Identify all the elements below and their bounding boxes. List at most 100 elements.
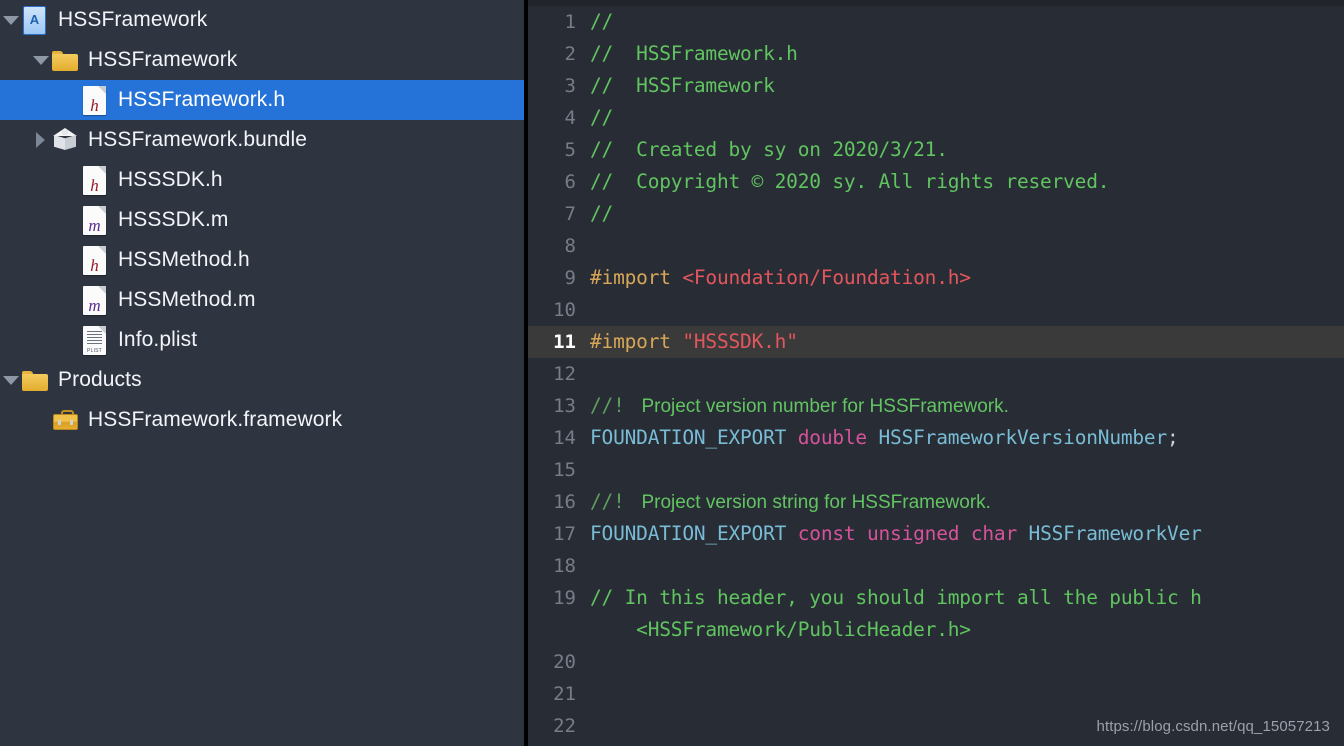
code-token: HSSFrameworkVer [1028, 522, 1202, 545]
code-token: //! [590, 394, 637, 417]
code-token: <HSSFramework/PublicHeader.h> [590, 618, 971, 641]
navigator-item-hssmethod-h[interactable]: h HSSMethod.h [0, 240, 524, 280]
framework-icon [52, 405, 78, 435]
code-line[interactable]: 12 [528, 358, 1344, 390]
chevron-down-icon[interactable] [0, 0, 22, 40]
navigator-item-hsssdk-h[interactable]: h HSSSDK.h [0, 160, 524, 200]
header-file-icon: h [82, 245, 108, 275]
line-number: 2 [564, 43, 576, 65]
code-token: double [797, 426, 879, 449]
code-line[interactable]: 20 [528, 646, 1344, 678]
project-navigator[interactable]: HSSFramework HSSFramework h HSSFramework.h H… [0, 0, 524, 746]
code-token: #import [590, 266, 683, 289]
code-line[interactable]: 15 [528, 454, 1344, 486]
code-line[interactable]: 14 FOUNDATION_EXPORT double HSSFrameworkV… [528, 422, 1344, 454]
header-file-icon: h [82, 85, 108, 115]
code-token: // HSSFramework.h [590, 42, 798, 65]
code-line-wrapped[interactable]: <HSSFramework/PublicHeader.h> [528, 614, 1344, 646]
code-line-text: // HSSFramework.h [590, 38, 798, 70]
code-line[interactable]: 5 // Created by sy on 2020/3/21. [528, 134, 1344, 166]
line-number: 15 [553, 459, 576, 481]
code-line[interactable]: 18 [528, 550, 1344, 582]
navigator-item-label: Info.plist [118, 328, 198, 351]
code-line[interactable]: 21 [528, 678, 1344, 710]
code-line[interactable]: 3 // HSSFramework [528, 70, 1344, 102]
code-line-text: FOUNDATION_EXPORT const unsigned char HS… [590, 518, 1202, 550]
code-line[interactable]: 2 // HSSFramework.h [528, 38, 1344, 70]
navigator-item-hssframework-framework[interactable]: HSSFramework.framework [0, 400, 524, 440]
code-line[interactable]: 19 // In this header, you should import a… [528, 582, 1344, 614]
line-number: 17 [553, 523, 576, 545]
line-number: 3 [564, 75, 576, 97]
bundle-icon [52, 125, 78, 155]
code-line-text: #import "HSSSDK.h" [590, 326, 798, 358]
line-number: 19 [553, 587, 576, 609]
code-line[interactable]: 9 #import <Foundation/Foundation.h> [528, 262, 1344, 294]
code-line[interactable]: 13 //! Project version number for HSSFram… [528, 390, 1344, 422]
watermark-text: https://blog.csdn.net/qq_15057213 [1096, 718, 1330, 735]
code-token: const unsigned char [797, 522, 1029, 545]
code-line-text: // HSSFramework [590, 70, 775, 102]
navigator-item-hssmethod-m[interactable]: m HSSMethod.m [0, 280, 524, 320]
line-number: 21 [553, 683, 576, 705]
code-line[interactable]: 16 //! Project version string for HSSFram… [528, 486, 1344, 518]
code-token: // [590, 10, 614, 33]
code-line-text: #import <Foundation/Foundation.h> [590, 262, 971, 294]
chevron-down-icon[interactable] [0, 360, 22, 400]
navigator-item-label: HSSSDK.m [118, 208, 229, 231]
code-line-text: <HSSFramework/PublicHeader.h> [590, 614, 971, 646]
line-number: 9 [564, 267, 576, 289]
code-token: //! [590, 490, 637, 513]
chevron-down-icon[interactable] [30, 40, 52, 80]
folder-icon [52, 45, 78, 75]
navigator-item-label: HSSFramework [88, 48, 238, 71]
navigator-item-hssframework[interactable]: HSSFramework [0, 40, 524, 80]
line-number: 20 [553, 651, 576, 673]
code-token: // [590, 202, 614, 225]
line-number: 4 [564, 107, 576, 129]
code-line[interactable]: 17 FOUNDATION_EXPORT const unsigned char … [528, 518, 1344, 550]
code-line[interactable]: 4 // [528, 102, 1344, 134]
source-code-area[interactable]: 1 // 2 // HSSFramework.h 3 // HSSFramework 4 //… [528, 6, 1344, 742]
code-editor[interactable]: 1 // 2 // HSSFramework.h 3 // HSSFramework 4 //… [528, 0, 1344, 746]
code-line-text: //! Project version number for HSSFramew… [590, 390, 1009, 423]
code-token: <Foundation/Foundation.h> [682, 266, 971, 289]
code-line-text: // Created by sy on 2020/3/21. [590, 134, 948, 166]
navigator-item-hsssdk-m[interactable]: m HSSSDK.m [0, 200, 524, 240]
code-token: // HSSFramework [590, 74, 775, 97]
code-line[interactable]: 8 [528, 230, 1344, 262]
navigator-item-info-plist[interactable]: PLIST Info.plist [0, 320, 524, 360]
folder-icon [22, 365, 48, 395]
navigator-item-hssframework[interactable]: HSSFramework [0, 0, 524, 40]
line-number: 13 [553, 395, 576, 417]
code-line[interactable]: 10 [528, 294, 1344, 326]
xcode-project-icon [22, 5, 48, 35]
code-token: HSSFrameworkVersionNumber [878, 426, 1168, 449]
code-line[interactable]: 1 // [528, 6, 1344, 38]
line-number: 14 [553, 427, 576, 449]
navigator-item-label: HSSFramework.h [118, 88, 286, 111]
navigator-item-products[interactable]: Products [0, 360, 524, 400]
chevron-right-icon[interactable] [30, 120, 52, 160]
code-line[interactable]: 7 // [528, 198, 1344, 230]
code-token: #import [590, 330, 683, 353]
project-navigator-list[interactable]: HSSFramework HSSFramework h HSSFramework.h H… [0, 0, 524, 440]
line-number: 22 [553, 715, 576, 737]
line-number: 18 [553, 555, 576, 577]
navigator-item-hssframework-h[interactable]: h HSSFramework.h [0, 80, 524, 120]
code-token: ; [1167, 426, 1179, 449]
source-file-icon: m [82, 205, 108, 235]
navigator-item-hssframework-bundle[interactable]: HSSFramework.bundle [0, 120, 524, 160]
line-number: 5 [564, 139, 576, 161]
code-line[interactable]: 11 #import "HSSSDK.h" [528, 326, 1344, 358]
code-line[interactable]: 6 // Copyright © 2020 sy. All rights rese… [528, 166, 1344, 198]
source-file-icon: m [82, 285, 108, 315]
